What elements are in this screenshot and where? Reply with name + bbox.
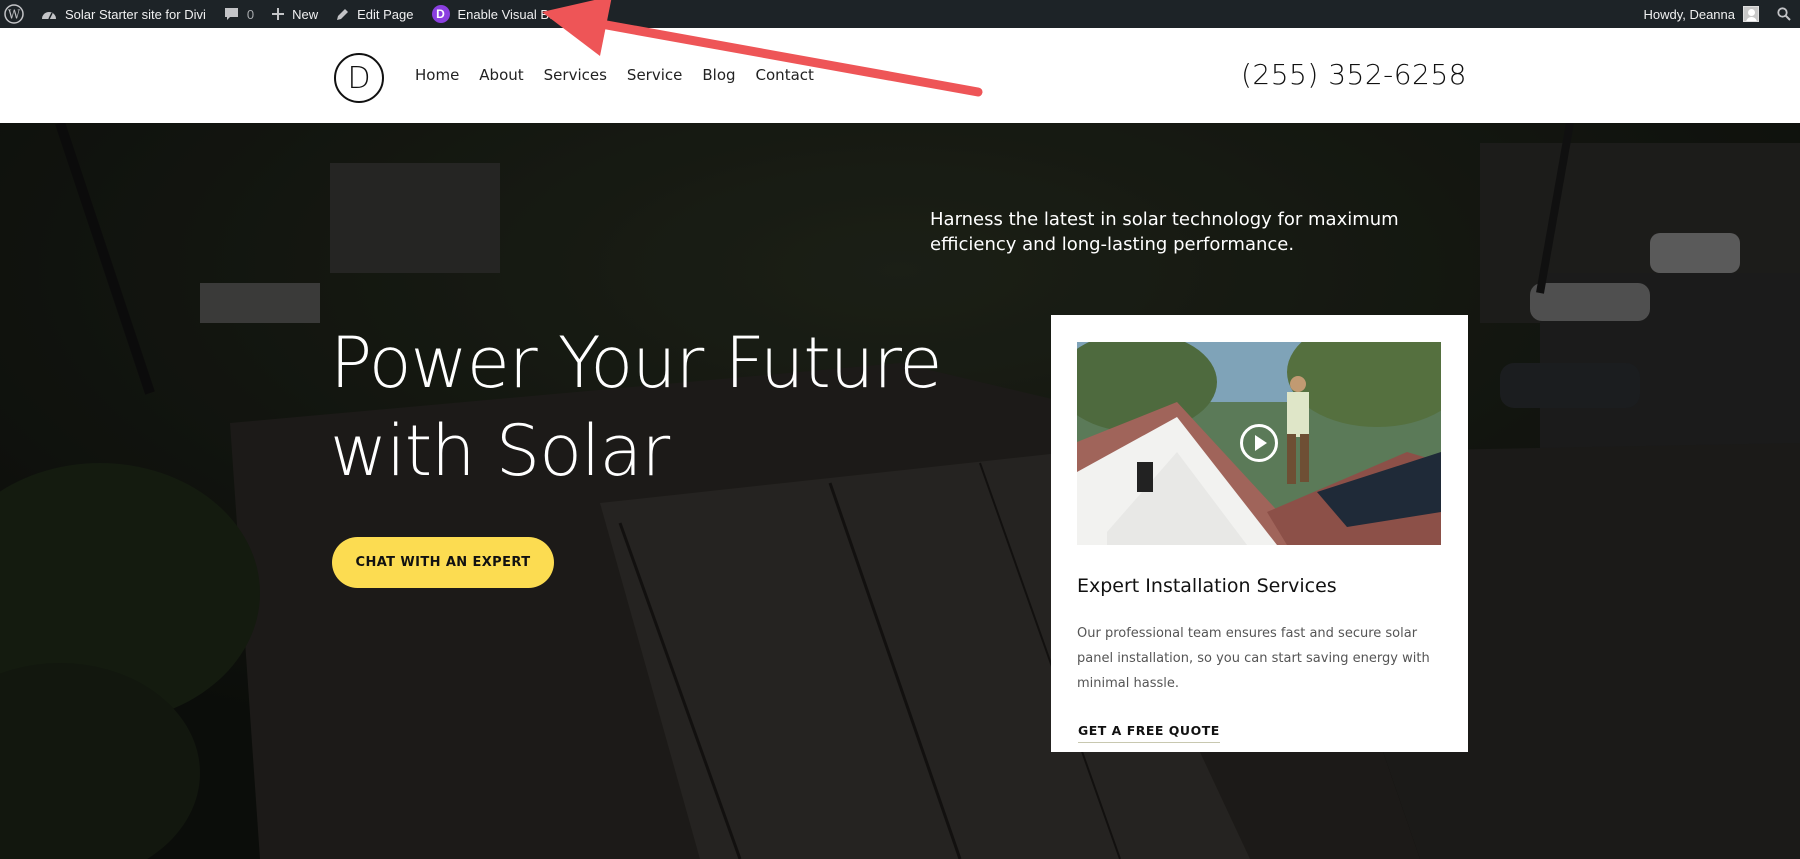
comments-count: 0 bbox=[246, 6, 255, 22]
nav-about[interactable]: About bbox=[479, 66, 523, 84]
nav-contact[interactable]: Contact bbox=[756, 66, 814, 84]
hero-section: Harness the latest in solar technology f… bbox=[0, 123, 1800, 859]
new-content-menu[interactable]: New bbox=[263, 0, 327, 28]
nav-blog[interactable]: Blog bbox=[702, 66, 735, 84]
edit-page-label: Edit Page bbox=[357, 6, 414, 22]
edit-page-link[interactable]: Edit Page bbox=[327, 0, 422, 28]
card-description: Our professional team ensures fast and s… bbox=[1077, 626, 1430, 691]
nav-service[interactable]: Service bbox=[627, 66, 682, 84]
my-account-menu[interactable]: Howdy, Deanna bbox=[1634, 0, 1768, 28]
service-card: Expert Installation Services Our profess… bbox=[1051, 315, 1468, 752]
visual-builder-label: Enable Visual Builder bbox=[457, 6, 581, 22]
site-logo[interactable]: D bbox=[334, 53, 384, 103]
phone-number[interactable]: (255) 352-6258 bbox=[1241, 58, 1467, 91]
plus-icon bbox=[272, 8, 285, 20]
site-name-menu[interactable]: Solar Starter site for Divi bbox=[32, 0, 215, 28]
site-header: D Home About Services Service Blog Conta… bbox=[0, 28, 1800, 123]
new-label: New bbox=[292, 6, 319, 22]
wordpress-logo-icon[interactable]: W bbox=[0, 0, 32, 28]
comments-menu[interactable]: 0 bbox=[215, 0, 263, 28]
get-free-quote-link[interactable]: GET A FREE QUOTE bbox=[1078, 723, 1220, 743]
chat-with-expert-button[interactable]: CHAT WITH AN EXPERT bbox=[332, 537, 554, 588]
play-icon[interactable] bbox=[1240, 424, 1278, 462]
comment-bubble-icon bbox=[224, 7, 239, 21]
dashboard-gauge-icon bbox=[41, 7, 57, 21]
installation-video[interactable] bbox=[1077, 342, 1441, 545]
nav-home[interactable]: Home bbox=[415, 66, 459, 84]
hero-headline-line2: with Solar bbox=[330, 410, 670, 492]
svg-text:W: W bbox=[8, 8, 21, 22]
hero-headline-line1: Power Your Future bbox=[330, 322, 943, 404]
hero-tagline: Harness the latest in solar technology f… bbox=[930, 209, 1399, 255]
enable-visual-builder-link[interactable]: D Enable Visual Builder bbox=[423, 0, 590, 28]
hero-headline: Power Your Future with Solar bbox=[330, 319, 970, 495]
search-icon[interactable] bbox=[1768, 0, 1800, 28]
card-title: Expert Installation Services bbox=[1077, 575, 1337, 597]
divi-logo-icon: D bbox=[431, 5, 450, 23]
howdy-label: Howdy, Deanna bbox=[1643, 6, 1735, 22]
main-nav: Home About Services Service Blog Contact bbox=[415, 66, 834, 84]
pencil-icon bbox=[336, 8, 349, 21]
avatar bbox=[1743, 6, 1759, 22]
nav-services[interactable]: Services bbox=[544, 66, 607, 84]
site-name-label: Solar Starter site for Divi bbox=[65, 6, 206, 22]
wp-admin-bar: W Solar Starter site for Divi 0 New Edit… bbox=[0, 0, 1800, 28]
